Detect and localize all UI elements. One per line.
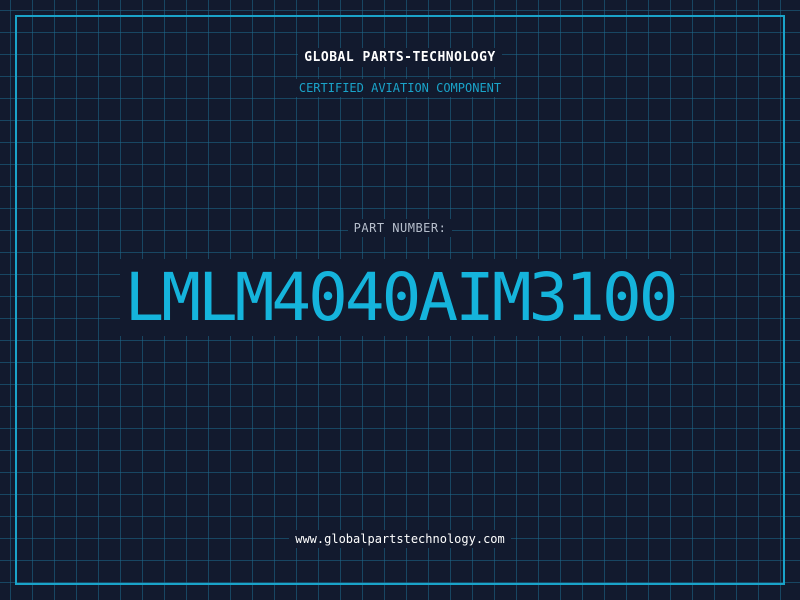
part-number: LMLM4040AIM3100: [120, 259, 680, 336]
part-number-row: LMLM4040AIM3100: [0, 258, 800, 338]
certification-subtitle: CERTIFIED AVIATION COMPONENT: [292, 79, 508, 97]
subtitle-row: CERTIFIED AVIATION COMPONENT: [0, 79, 800, 97]
company-name: GLOBAL PARTS-TECHNOLOGY: [298, 48, 502, 67]
website-url: www.globalpartstechnology.com: [289, 530, 511, 548]
company-name-row: GLOBAL PARTS-TECHNOLOGY: [0, 48, 800, 67]
part-number-label: PART NUMBER:: [347, 219, 453, 237]
part-number-label-row: PART NUMBER:: [0, 219, 800, 237]
website-row: www.globalpartstechnology.com: [0, 530, 800, 548]
